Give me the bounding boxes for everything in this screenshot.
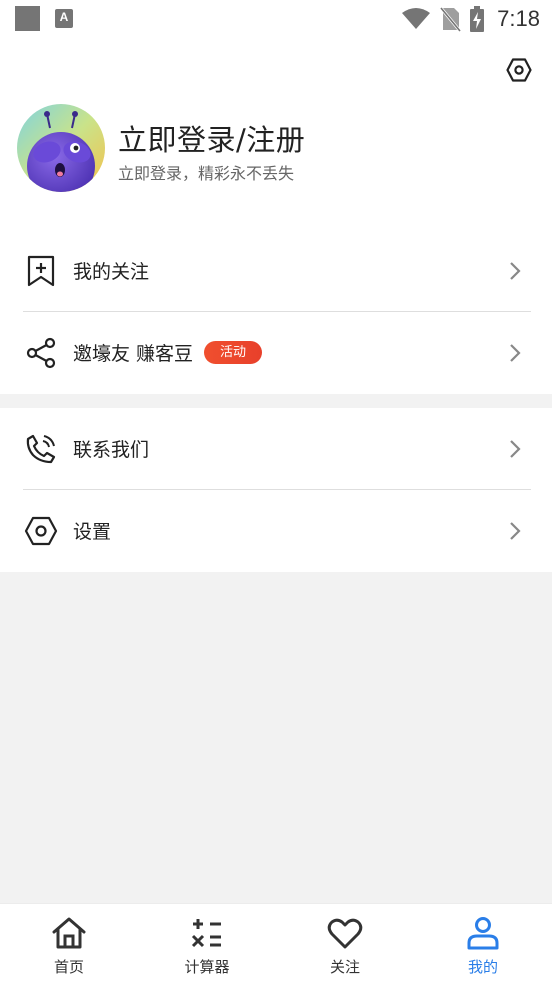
bookmark-plus-icon bbox=[27, 255, 55, 287]
tab-home[interactable]: 首页 bbox=[0, 904, 138, 981]
menu-item-label: 邀壕友 赚客豆 bbox=[73, 343, 194, 365]
login-title[interactable]: 立即登录/注册 bbox=[118, 117, 305, 159]
menu-item-settings[interactable]: 设置 bbox=[0, 490, 552, 572]
menu-item-label: 设置 bbox=[73, 521, 112, 543]
status-time: 7:18 bbox=[497, 6, 540, 31]
tab-calculator[interactable]: 计算器 bbox=[138, 904, 276, 981]
no-sim-icon bbox=[440, 7, 462, 32]
calculator-icon bbox=[191, 919, 221, 948]
wifi-icon bbox=[402, 8, 431, 29]
menu-item-invite-friends[interactable]: 邀壕友 赚客豆 活动 bbox=[0, 312, 552, 394]
battery-charging-icon bbox=[470, 6, 485, 32]
home-icon bbox=[52, 917, 86, 949]
tab-label: 关注 bbox=[329, 958, 360, 976]
settings-icon[interactable] bbox=[506, 57, 532, 83]
chevron-right-icon bbox=[510, 522, 521, 540]
status-bar: A 7:18 bbox=[0, 0, 552, 38]
hexagon-settings-icon bbox=[24, 516, 58, 546]
status-right: 7:18 bbox=[401, 4, 540, 34]
notification-square-icon bbox=[15, 6, 40, 31]
avatar[interactable] bbox=[17, 104, 105, 192]
chevron-right-icon bbox=[510, 440, 521, 458]
phone-icon bbox=[26, 434, 56, 464]
notification-a-icon: A bbox=[55, 9, 73, 28]
bottom-tab-bar: 首页 计算器 关注 我的 bbox=[0, 903, 552, 981]
menu-item-label: 联系我们 bbox=[73, 439, 150, 461]
tab-label: 我的 bbox=[467, 958, 498, 976]
chevron-right-icon bbox=[510, 262, 521, 280]
share-icon bbox=[26, 337, 56, 369]
chevron-right-icon bbox=[510, 344, 521, 362]
tab-label: 计算器 bbox=[184, 958, 230, 976]
menu-card-secondary: 联系我们 设置 bbox=[0, 408, 552, 572]
login-subtitle: 立即登录，精彩永不丢失 bbox=[118, 164, 295, 183]
activity-badge: 活动 bbox=[204, 341, 263, 364]
tab-label: 首页 bbox=[53, 958, 84, 976]
profile-section: 立即登录/注册 立即登录，精彩永不丢失 我的关注 邀壕友 赚客豆 活动 bbox=[0, 38, 552, 394]
person-icon bbox=[467, 917, 499, 950]
heart-icon bbox=[327, 918, 363, 949]
menu-item-label: 我的关注 bbox=[73, 261, 150, 283]
tab-mine[interactable]: 我的 bbox=[414, 904, 552, 981]
menu-item-my-follows[interactable]: 我的关注 bbox=[0, 230, 552, 312]
menu-item-contact-us[interactable]: 联系我们 bbox=[0, 408, 552, 490]
tab-follow[interactable]: 关注 bbox=[276, 904, 414, 981]
